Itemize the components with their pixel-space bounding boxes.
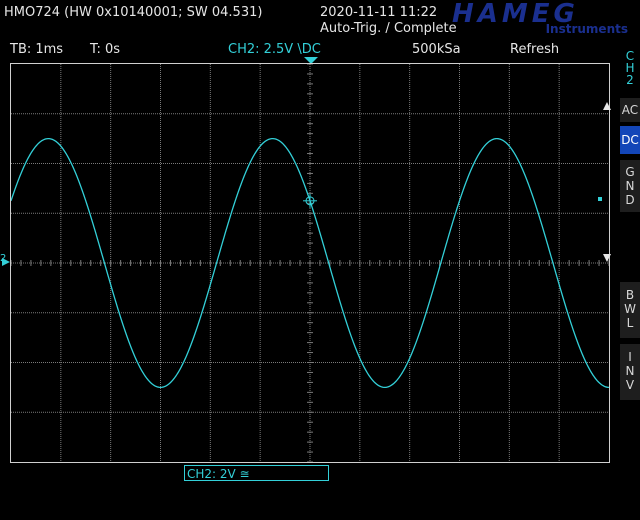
scroll-down-icon <box>603 254 611 262</box>
logo-subtext: Instruments <box>545 22 628 36</box>
trigger-status: Auto-Trig. / Complete <box>320 21 457 36</box>
sample-rate: 500kSa <box>412 42 461 57</box>
trigger-info[interactable]: CH2: 2.5V \DC <box>228 42 321 57</box>
datetime: 2020-11-11 11:22 <box>320 5 438 20</box>
coupling-ac-button[interactable]: AC <box>620 98 640 122</box>
coupling-gnd-button[interactable]: GND <box>620 160 640 212</box>
graticule <box>11 64 609 462</box>
waveform-display[interactable] <box>10 63 610 463</box>
trigger-time-readout[interactable]: T: 0s <box>90 42 120 57</box>
acquisition-mode[interactable]: Refresh <box>510 42 559 57</box>
hameg-logo: HAMEG Instruments <box>452 0 630 36</box>
invert-button[interactable]: INV <box>620 344 640 400</box>
scroll-up-icon <box>603 102 611 110</box>
ch2-ground-arrow-icon <box>2 258 10 266</box>
trigger-level-marker <box>598 197 602 201</box>
timebase-readout[interactable]: TB: 1ms <box>10 42 63 57</box>
device-model: HMO724 (HW 0x10140001; SW 04.531) <box>4 5 263 20</box>
coupling-dc-button[interactable]: DC <box>620 126 640 154</box>
side-channel-label: C H 2 <box>625 49 635 87</box>
bwl-button[interactable]: BWL <box>620 282 640 338</box>
ch2-settings-box[interactable]: CH2: 2V ≅ <box>184 465 329 481</box>
